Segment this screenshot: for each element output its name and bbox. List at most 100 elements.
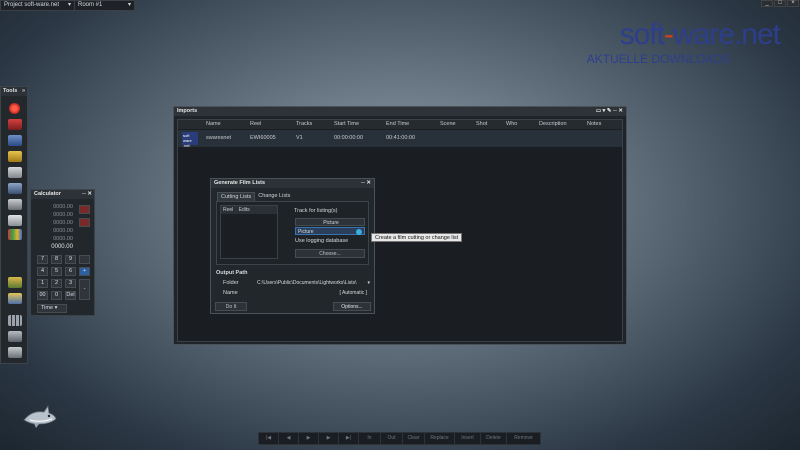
name-label: Name — [223, 290, 238, 296]
panel-controls[interactable]: ▭ ▾ ✎ ─ ✕ — [596, 107, 626, 116]
list-header: Reel Edits — [221, 206, 277, 214]
key-3[interactable]: 3 — [65, 279, 76, 288]
do-it-button[interactable]: Do It — [215, 302, 247, 311]
key-7[interactable]: 7 — [37, 255, 48, 264]
project-icon[interactable] — [8, 277, 22, 288]
record-icon[interactable] — [9, 103, 20, 114]
mode-selector[interactable]: Time ▾ — [37, 304, 67, 313]
color-icon[interactable] — [8, 229, 22, 240]
table-header: Name Reel Tracks Start Time End Time Sce… — [178, 120, 622, 129]
key-2[interactable]: 2 — [51, 279, 62, 288]
device-icon[interactable] — [8, 215, 22, 226]
tab-content: Reel Edits Track for listing(s) Picture … — [216, 201, 369, 265]
cell-reel: EWI60005 — [250, 135, 276, 141]
minus-key[interactable]: - — [79, 279, 90, 300]
reel-list[interactable]: Reel Edits — [220, 205, 278, 259]
maximize-button[interactable]: □ — [774, 0, 786, 7]
column-header[interactable]: Start Time — [334, 120, 359, 129]
display-line: 0000.00 — [53, 220, 73, 226]
radio-icon[interactable] — [356, 229, 362, 235]
key-6[interactable]: 6 — [65, 267, 76, 276]
step-forward-button[interactable]: ▶ — [319, 433, 339, 444]
column-header[interactable]: Name — [206, 120, 221, 129]
tab-change-lists[interactable]: Change Lists — [255, 192, 293, 201]
column-header[interactable]: Description — [539, 120, 567, 129]
folder-field[interactable]: C:\Users\Public\Documents\Lightworks\Lis… — [255, 279, 371, 287]
clear-button[interactable]: Clear — [403, 433, 425, 444]
delete-key[interactable]: Del — [65, 291, 76, 300]
options-button[interactable]: Options... — [333, 302, 371, 311]
key-5[interactable]: 5 — [51, 267, 62, 276]
track-header[interactable]: Picture — [295, 218, 365, 226]
calculator-panel: Calculator ─ ✕ 0000.00 0000.00 0000.00 0… — [30, 189, 95, 316]
key-9[interactable]: 9 — [65, 255, 76, 264]
column-header[interactable]: Tracks — [296, 120, 312, 129]
go-to-start-button[interactable]: |◀ — [259, 433, 279, 444]
project-bar: Project soft-ware.net ▾ Room #1 ▾ — [0, 0, 136, 11]
minimize-button[interactable]: _ — [761, 0, 773, 7]
close-button[interactable]: × — [787, 0, 799, 7]
download-icon[interactable] — [8, 347, 22, 358]
grid-icon[interactable] — [8, 315, 22, 326]
pin-icon[interactable]: » — [22, 87, 27, 96]
clear-key[interactable] — [79, 205, 90, 214]
printer-icon[interactable] — [8, 199, 22, 210]
step-back-button[interactable]: ◀ — [279, 433, 299, 444]
cell-name: swaresnet — [206, 135, 232, 141]
clip-thumbnail: soft ware .net — [182, 132, 198, 148]
folder-label: Folder — [223, 280, 239, 286]
key-blank[interactable] — [79, 255, 90, 264]
monitor-icon[interactable] — [8, 183, 22, 194]
column-header[interactable]: Notes — [587, 120, 601, 129]
track-label: Track for listing(s) — [294, 208, 338, 214]
key-1[interactable]: 1 — [37, 279, 48, 288]
mark-out-button[interactable]: Out — [381, 433, 403, 444]
users-icon[interactable] — [8, 331, 22, 342]
close-icon[interactable]: ─ ✕ — [361, 179, 374, 188]
use-logging-database[interactable]: Use logging database — [295, 238, 348, 244]
plus-key[interactable]: + — [79, 267, 90, 276]
column-header[interactable]: Who — [506, 120, 517, 129]
remove-button[interactable]: Remove — [507, 433, 540, 444]
calculator-header: Calculator ─ ✕ — [31, 190, 94, 199]
tools-icon[interactable] — [8, 119, 22, 130]
choose-button[interactable]: Choose... — [295, 249, 365, 258]
export-icon[interactable] — [8, 293, 22, 304]
track-picture[interactable]: Picture — [295, 227, 365, 235]
transport-bar: |◀ ◀ ▶ ▶ ▶| In Out Clear Replace Insert … — [258, 432, 541, 445]
key-4[interactable]: 4 — [37, 267, 48, 276]
folder-icon[interactable] — [8, 151, 22, 162]
room-selector[interactable]: Room #1 ▾ — [75, 1, 135, 10]
column-header[interactable]: Shot — [476, 120, 487, 129]
keyboard-icon[interactable] — [8, 167, 22, 178]
chevron-down-icon: ▾ — [127, 2, 131, 8]
close-icon[interactable]: ─ ✕ — [82, 190, 92, 199]
mode-label: Time — [41, 305, 54, 311]
mark-in-button[interactable]: In — [359, 433, 381, 444]
key-00[interactable]: 00 — [37, 291, 48, 300]
imports-header: Imports ▭ ▾ ✎ ─ ✕ — [174, 107, 626, 116]
chevron-down-icon: ▾ — [54, 305, 58, 311]
table-row[interactable]: soft ware .net swaresnet EWI60005 V1 00:… — [178, 130, 622, 148]
go-to-end-button[interactable]: ▶| — [339, 433, 359, 444]
media-icon[interactable] — [8, 135, 22, 146]
tab-cutting-lists[interactable]: Cutting Lists — [217, 192, 256, 201]
clear-entry-key[interactable] — [79, 218, 90, 227]
key-0[interactable]: 0 — [51, 291, 62, 300]
column-header[interactable]: End Time — [386, 120, 409, 129]
project-selector[interactable]: Project soft-ware.net ▾ — [1, 1, 75, 10]
key-8[interactable]: 8 — [51, 255, 62, 264]
column-header[interactable]: Scene — [440, 120, 456, 129]
insert-button[interactable]: Insert — [455, 433, 481, 444]
play-button[interactable]: ▶ — [299, 433, 319, 444]
window-controls: _ □ × — [760, 0, 799, 7]
delete-button[interactable]: Delete — [481, 433, 507, 444]
generate-film-lists-dialog: Generate Film Lists ─ ✕ Cutting Lists Ch… — [210, 178, 375, 314]
project-name: Project soft-ware.net — [4, 2, 60, 8]
column-header[interactable]: Reel — [250, 120, 261, 129]
cell-end: 00:41:00:00 — [386, 135, 416, 141]
room-name: Room #1 — [78, 2, 103, 8]
name-field[interactable]: [ Automatic ] — [255, 289, 371, 297]
replace-button[interactable]: Replace — [425, 433, 455, 444]
display-main: 0000.00 — [51, 244, 73, 250]
